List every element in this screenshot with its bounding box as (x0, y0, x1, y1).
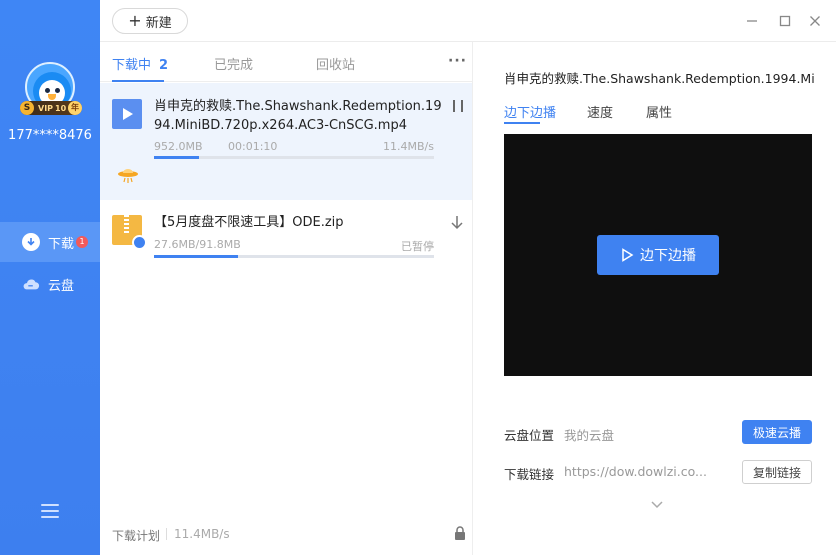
task-status: 已暂停 (401, 240, 434, 253)
copy-link-button[interactable]: 复制链接 (742, 460, 812, 484)
task-title: 肖申克的救赎.The.Shawshank.Redemption.1994.Min… (154, 99, 442, 133)
lock-icon[interactable] (454, 526, 466, 541)
tab-properties[interactable]: 属性 (646, 102, 672, 121)
cloud-icon (22, 275, 40, 293)
resume-download-icon[interactable] (450, 215, 464, 231)
download-link-label: 下载链接 (504, 467, 555, 482)
cloud-sync-icon (132, 235, 147, 250)
progress-bar (154, 156, 434, 159)
footer-bar: 下载计划 11.4MB/s (100, 515, 472, 555)
sidebar-item-label: 云盘 (48, 278, 75, 294)
sidebar-item-label: 下载 (48, 236, 75, 252)
new-task-button[interactable]: + 新建 (112, 8, 188, 34)
list-item[interactable]: 【5月度盘不限速工具】ODE.zip 27.6MB/91.8MB 已暂停 (100, 200, 472, 272)
tab-bar: 下载中 2 已完成 回收站 ··· (100, 42, 472, 82)
vip-badge[interactable]: S VIP 10 年 (20, 101, 82, 115)
task-title: 【5月度盘不限速工具】ODE.zip (154, 215, 344, 230)
minimize-icon[interactable] (744, 13, 760, 29)
play-button[interactable]: 边下边播 (597, 235, 719, 275)
download-count-badge: 1 (76, 236, 89, 248)
download-link-value: https://dow.dowlzi.co... (564, 464, 707, 479)
chevron-down-icon[interactable] (651, 498, 663, 509)
tab-underline (112, 80, 164, 82)
play-icon (622, 248, 634, 262)
more-icon[interactable]: ··· (448, 53, 467, 69)
tab-recycle-bin[interactable]: 回收站 (316, 54, 355, 73)
top-bar: + 新建 (100, 0, 836, 42)
task-speed: 11.4MB/s (383, 140, 434, 153)
cloud-play-button[interactable]: 极速云播 (742, 420, 812, 444)
progress-fill (154, 156, 199, 159)
tab-underline (504, 122, 540, 124)
cloud-location-value: 我的云盘 (564, 428, 615, 443)
video-player[interactable]: 边下边播 (504, 134, 812, 376)
plus-icon: + (128, 11, 142, 30)
task-size: 27.6MB/91.8MB (154, 238, 241, 251)
zip-file-icon (112, 215, 147, 250)
detail-title: 肖申克的救赎.The.Shawshank.Redemption.1994.Min… (504, 71, 814, 86)
progress-fill (154, 255, 238, 258)
download-icon (22, 233, 40, 251)
tab-play-while-download[interactable]: 边下边播 (504, 102, 556, 121)
sidebar: S VIP 10 年 177****8476 下载 1 云盘 (0, 0, 100, 555)
total-speed: 11.4MB/s (174, 527, 230, 541)
accelerate-icon[interactable] (116, 167, 140, 189)
download-list-panel: 下载中 2 已完成 回收站 ··· 肖申克的救赎.The.Shawshank.Re… (100, 42, 472, 555)
sidebar-item-cloud[interactable]: 云盘 (0, 264, 100, 304)
sidebar-item-download[interactable]: 下载 1 (0, 222, 100, 262)
maximize-icon[interactable] (777, 13, 793, 29)
tab-downloading[interactable]: 下载中 2 (112, 54, 168, 73)
cloud-location-label: 云盘位置 (504, 428, 555, 443)
task-size: 952.0MB (154, 140, 203, 153)
menu-icon[interactable] (41, 504, 59, 518)
username: 177****8476 (8, 128, 92, 143)
tab-speed[interactable]: 速度 (587, 102, 613, 121)
pause-icon[interactable] (453, 100, 463, 112)
tab-completed[interactable]: 已完成 (214, 54, 253, 73)
download-plan-link[interactable]: 下载计划 (112, 527, 160, 544)
progress-bar (154, 255, 434, 258)
video-file-icon (112, 99, 142, 129)
task-remaining-time: 00:01:10 (228, 140, 278, 153)
tab-count: 2 (159, 58, 169, 73)
list-item[interactable]: 肖申克的救赎.The.Shawshank.Redemption.1994.Min… (100, 83, 472, 200)
detail-panel: 肖申克的救赎.The.Shawshank.Redemption.1994.Min… (473, 42, 836, 555)
close-icon[interactable] (807, 13, 823, 29)
